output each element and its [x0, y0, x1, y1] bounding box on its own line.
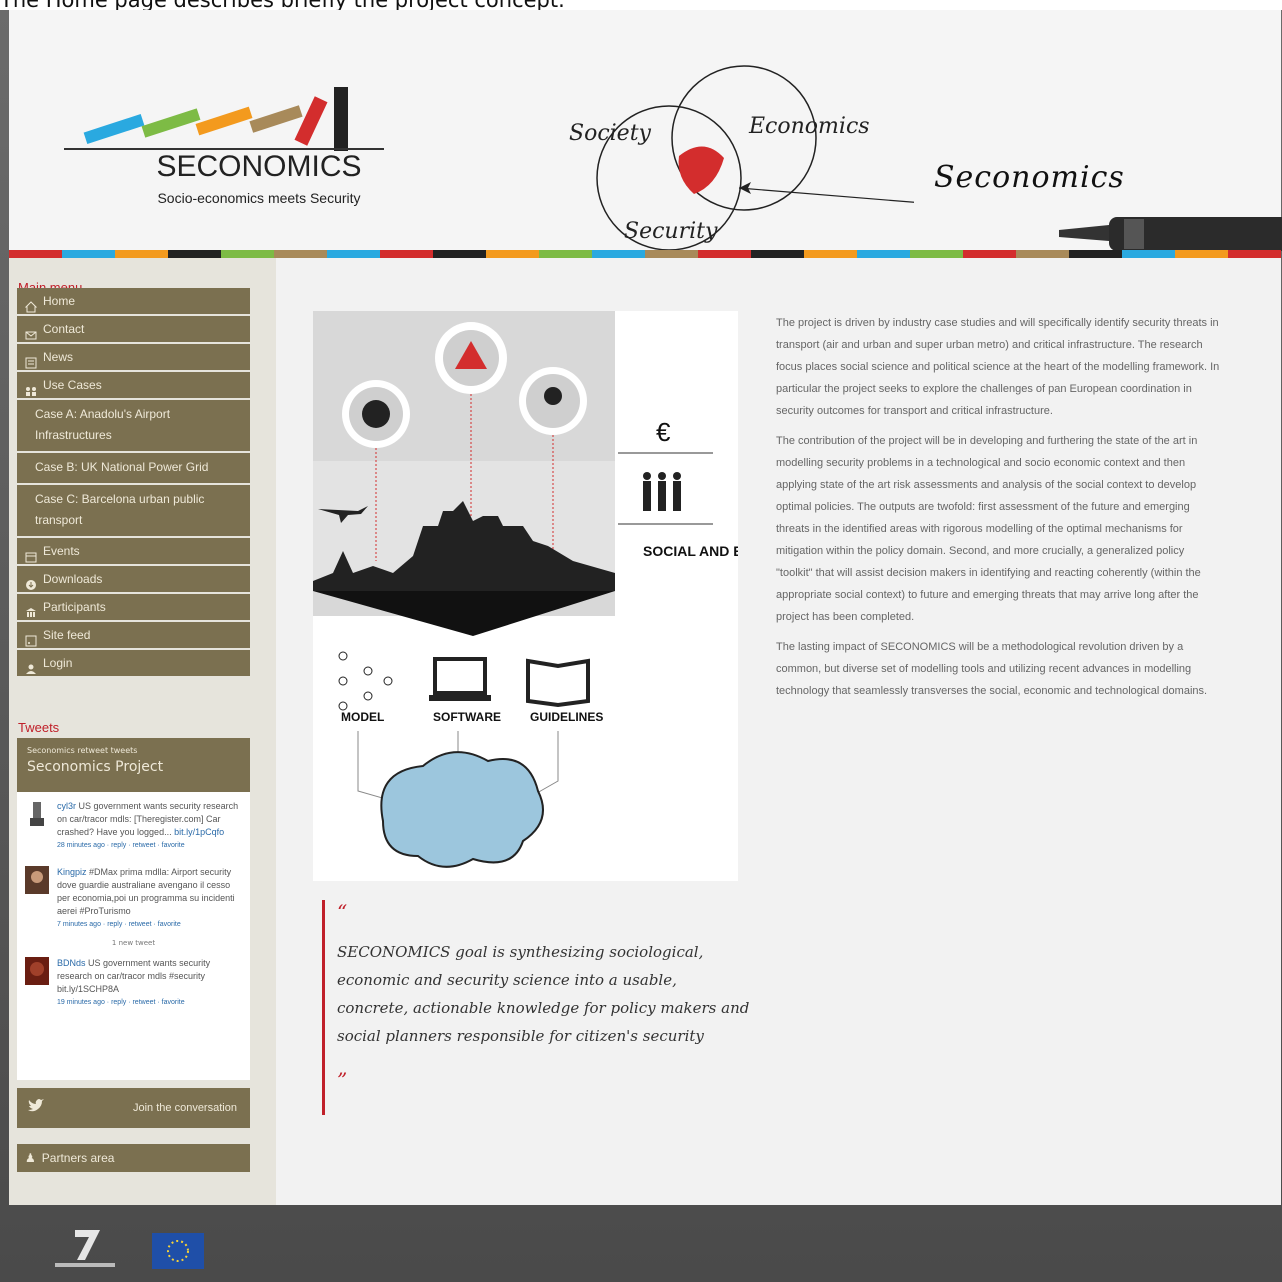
join-conversation-label: Join the conversation — [133, 1102, 237, 1114]
fp7-logo — [55, 1230, 115, 1267]
menu-item-case-b[interactable]: Case B: UK National Power Grid — [17, 453, 250, 485]
avatar — [25, 866, 49, 894]
avatar — [25, 957, 49, 985]
description-paragraph: The contribution of the project will be … — [776, 435, 1201, 623]
guidelines-label: GUIDELINES — [530, 710, 603, 724]
laptop-icon — [433, 657, 487, 695]
tweet-meta[interactable]: 7 minutes ago · reply · retweet · favori… — [57, 918, 242, 931]
tweet-meta[interactable]: 19 minutes ago · reply · retweet · favor… — [57, 996, 242, 1009]
menu-item-contact[interactable]: Contact — [17, 316, 250, 344]
menu-item-label: Contact — [43, 322, 85, 336]
book-icon — [526, 658, 590, 708]
feed-icon — [25, 629, 37, 647]
tweet-meta[interactable]: 28 minutes ago · reply · retweet · favor… — [57, 839, 242, 852]
venn-society-label: Society — [569, 121, 652, 146]
menu-item-label: Case B: UK National Power Grid — [35, 460, 209, 474]
mail-icon — [25, 323, 37, 340]
goal-quote: “ SECONOMICS goal is synthesizing sociol… — [322, 900, 752, 1115]
join-conversation-button[interactable]: Join the conversation — [17, 1088, 250, 1128]
tweet-item[interactable]: Kingpiz #DMax prima mdlla: Airport secur… — [17, 858, 250, 937]
menu-item-case-a[interactable]: Case A: Anadolu's Airport Infrastructure… — [17, 400, 250, 453]
bomb-icon — [362, 400, 390, 428]
concept-infographic: € SOCIAL AND ECONOMICS IMPACT MODEL SOFT… — [313, 311, 877, 881]
twitter-bird-icon — [28, 1099, 44, 1112]
site-header: SECONOMICS Socio-economics meets Securit… — [9, 10, 1282, 251]
menu-item-login[interactable]: Login — [17, 650, 250, 678]
software-label: SOFTWARE — [433, 710, 501, 724]
avatar — [25, 800, 49, 828]
tweets-subtitle: Seconomics retweet tweets — [27, 746, 138, 755]
seconomics-logo-bars — [64, 87, 384, 151]
color-stripe — [9, 250, 1281, 258]
menu-item-label: Events — [43, 544, 80, 558]
euro-symbol: € — [656, 417, 671, 447]
menu-item-label: Site feed — [43, 628, 91, 642]
logo-subtitle: Socio-economics meets Security — [157, 190, 361, 206]
menu-item-label: Login — [43, 656, 73, 670]
tweets-header: Seconomics retweet tweets Seconomics Pro… — [17, 738, 250, 792]
menu-item-news[interactable]: News — [17, 344, 250, 372]
main-menu: Home Contact News Use Cases Case A: Anad… — [17, 288, 250, 678]
tweets-title: Seconomics Project — [27, 759, 164, 775]
menu-item-label: Participants — [43, 600, 106, 614]
venn-economics-label: Economics — [748, 114, 870, 139]
news-icon — [25, 351, 37, 369]
menu-item-label: Use Cases — [43, 378, 102, 392]
building-icon — [25, 601, 37, 617]
venn-security-label: Security — [624, 219, 718, 244]
impact-label: SOCIAL AND ECONOMICS IMPACT — [643, 543, 738, 559]
venn-diagram: Society Economics Security — [569, 65, 914, 251]
impact-label-text: SOCIAL AND ECONOMICS IMPACT — [643, 543, 738, 559]
calendar-icon — [25, 545, 37, 563]
menu-item-label: Home — [43, 294, 76, 308]
menu-item-participants[interactable]: Participants — [17, 594, 250, 622]
description-paragraph: The project is driven by industry case s… — [776, 317, 1220, 417]
tweet-item[interactable]: BDNds US government wants security resea… — [17, 949, 250, 1015]
logo-title: SECONOMICS — [156, 150, 362, 183]
people-icon: ♟ — [25, 1151, 36, 1165]
menu-item-events[interactable]: Events — [17, 538, 250, 566]
menu-item-label: Downloads — [43, 572, 103, 586]
tweets-heading: Tweets — [18, 720, 60, 735]
menu-item-case-c[interactable]: Case C: Barcelona urban public transport — [17, 485, 250, 538]
home-icon — [24, 295, 38, 313]
partners-area-link[interactable]: ♟ Partners area — [17, 1144, 250, 1172]
quote-text: SECONOMICS goal is synthesizing sociolog… — [337, 943, 750, 1045]
user-icon — [25, 657, 37, 674]
model-icon — [338, 651, 393, 711]
description-paragraph: The lasting impact of SECONOMICS will be… — [776, 641, 1208, 697]
model-label: MODEL — [341, 710, 384, 724]
menu-item-use-cases[interactable]: Use Cases — [17, 372, 250, 400]
menu-item-site-feed[interactable]: Site feed — [17, 622, 250, 650]
tweet-author[interactable]: cyl3r — [57, 801, 76, 811]
tweet-author[interactable]: BDNds — [57, 958, 86, 968]
tweets-widget: Seconomics retweet tweets Seconomics Pro… — [17, 738, 250, 1080]
brand-script-title: Seconomics — [934, 160, 1125, 195]
people-icon — [25, 379, 37, 396]
tweet-link[interactable]: bit.ly/1pCqfo — [174, 827, 224, 837]
people-icon — [643, 472, 681, 511]
masked-person-icon — [544, 387, 562, 405]
tweet-author[interactable]: Kingpiz — [57, 867, 87, 877]
menu-item-label: News — [43, 350, 74, 364]
brain-icon — [380, 751, 544, 868]
partners-area-label: Partners area — [41, 1151, 115, 1165]
project-description: The project is driven by industry case s… — [776, 312, 1221, 710]
download-icon — [25, 573, 37, 590]
caption-text: The Home page describes briefly the proj… — [0, 0, 565, 12]
quote-close-mark: ” — [337, 1068, 348, 1092]
menu-item-label: Case C: Barcelona urban public transport — [35, 492, 205, 527]
eu-flag-logo — [152, 1233, 204, 1269]
tweet-item[interactable]: cyl3r US government wants security resea… — [17, 792, 250, 858]
new-tweets-link[interactable]: 1 new tweet — [17, 939, 250, 947]
menu-item-home[interactable]: Home — [17, 288, 250, 316]
menu-item-label: Case A: Anadolu's Airport Infrastructure… — [35, 407, 171, 442]
quote-open-mark: “ — [337, 900, 348, 924]
menu-item-downloads[interactable]: Downloads — [17, 566, 250, 594]
